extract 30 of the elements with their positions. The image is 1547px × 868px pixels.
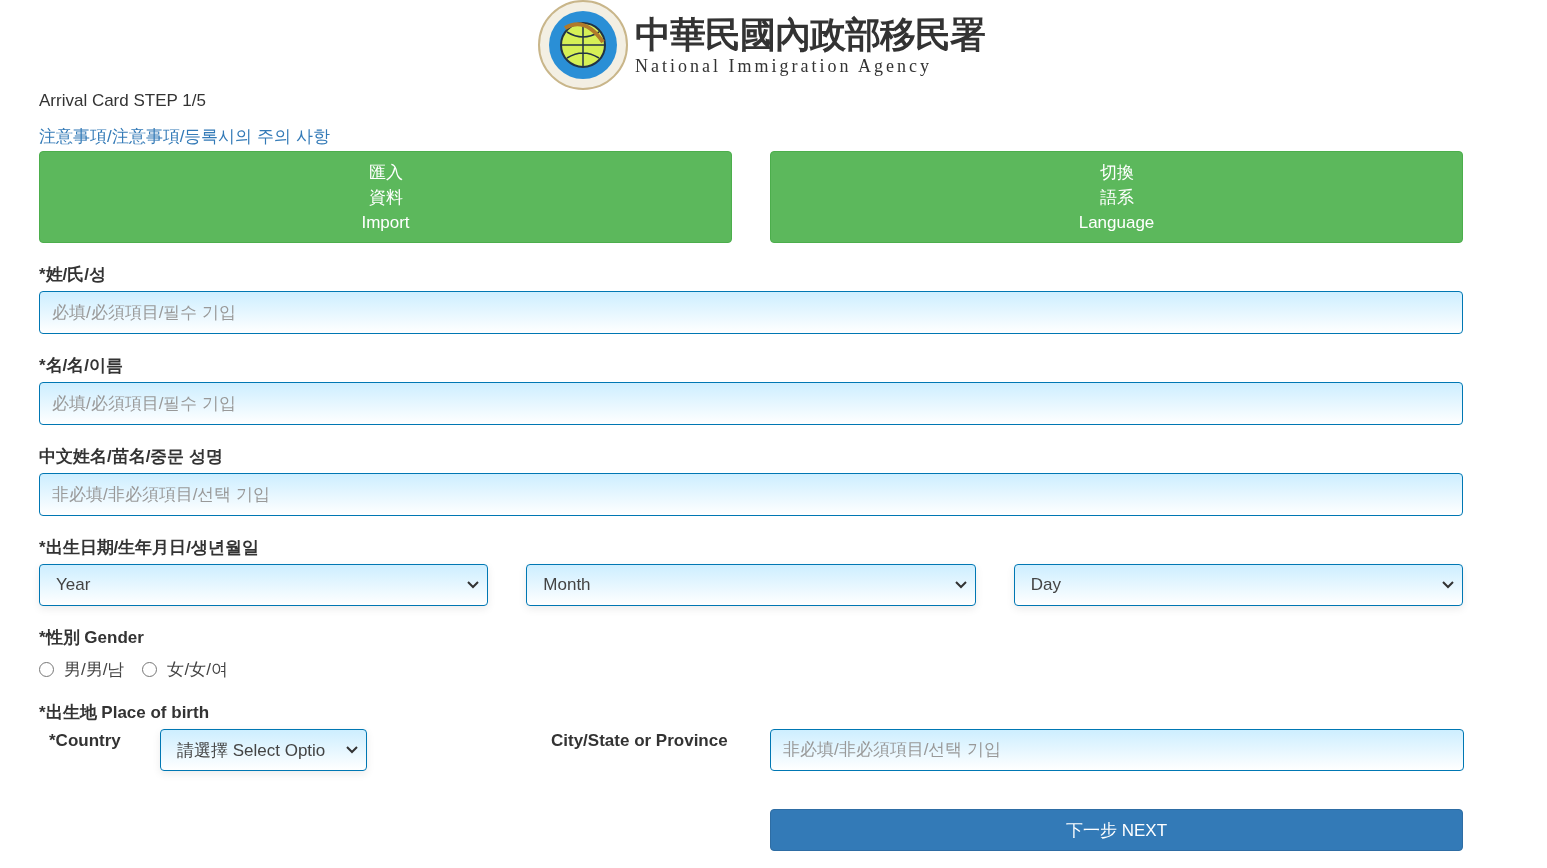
radio-button[interactable]	[142, 662, 158, 677]
radio-button[interactable]	[39, 662, 54, 677]
input-field[interactable]: 非必填/非必須項目/선택 기입	[39, 473, 1463, 516]
field-label: *出生日期/生年月日/생년월일	[39, 537, 261, 558]
radio-label: 男/男/남	[64, 659, 125, 681]
field-label: City/State or Province	[551, 730, 729, 751]
agency-title: 中華民國內政部移民署	[635, 13, 985, 54]
select-field[interactable]: 請選擇 Select Optio	[160, 729, 367, 771]
next-button[interactable]: 下一步 NEXT	[770, 809, 1463, 851]
field-label: 中文姓名/苗名/중문 성명	[39, 446, 225, 467]
chevron-down-icon	[954, 581, 967, 589]
field-label: *Country	[48, 730, 122, 751]
radio-label: 女/女/여	[167, 659, 228, 681]
chevron-down-icon	[467, 581, 480, 589]
step-indicator: Arrival Card STEP 1/5	[39, 91, 207, 112]
chevron-down-icon	[1442, 581, 1454, 589]
input-field[interactable]: 必填/必須項目/필수 기입	[39, 291, 1463, 334]
select-field[interactable]: Day	[1013, 564, 1463, 606]
chevron-down-icon	[346, 746, 358, 754]
input-field[interactable]: 非必填/非必須項目/선택 기입	[770, 729, 1464, 771]
agency-subtitle: National Immigration Agency	[635, 55, 933, 77]
field-label: *出生地 Place of birth	[39, 702, 211, 723]
field-label: *名/名/이름	[39, 355, 125, 376]
select-field[interactable]: Month	[526, 564, 976, 606]
notice-link[interactable]: 注意事項/注意事項/등록시의 주의 사항	[39, 125, 330, 151]
agency-emblem-icon	[537, 0, 629, 90]
select-field[interactable]: Year	[39, 564, 489, 606]
input-field[interactable]: 必填/必須項目/필수 기입	[39, 382, 1463, 425]
field-label: *性別 Gender	[39, 627, 145, 648]
field-label: *姓/氏/성	[39, 264, 108, 285]
